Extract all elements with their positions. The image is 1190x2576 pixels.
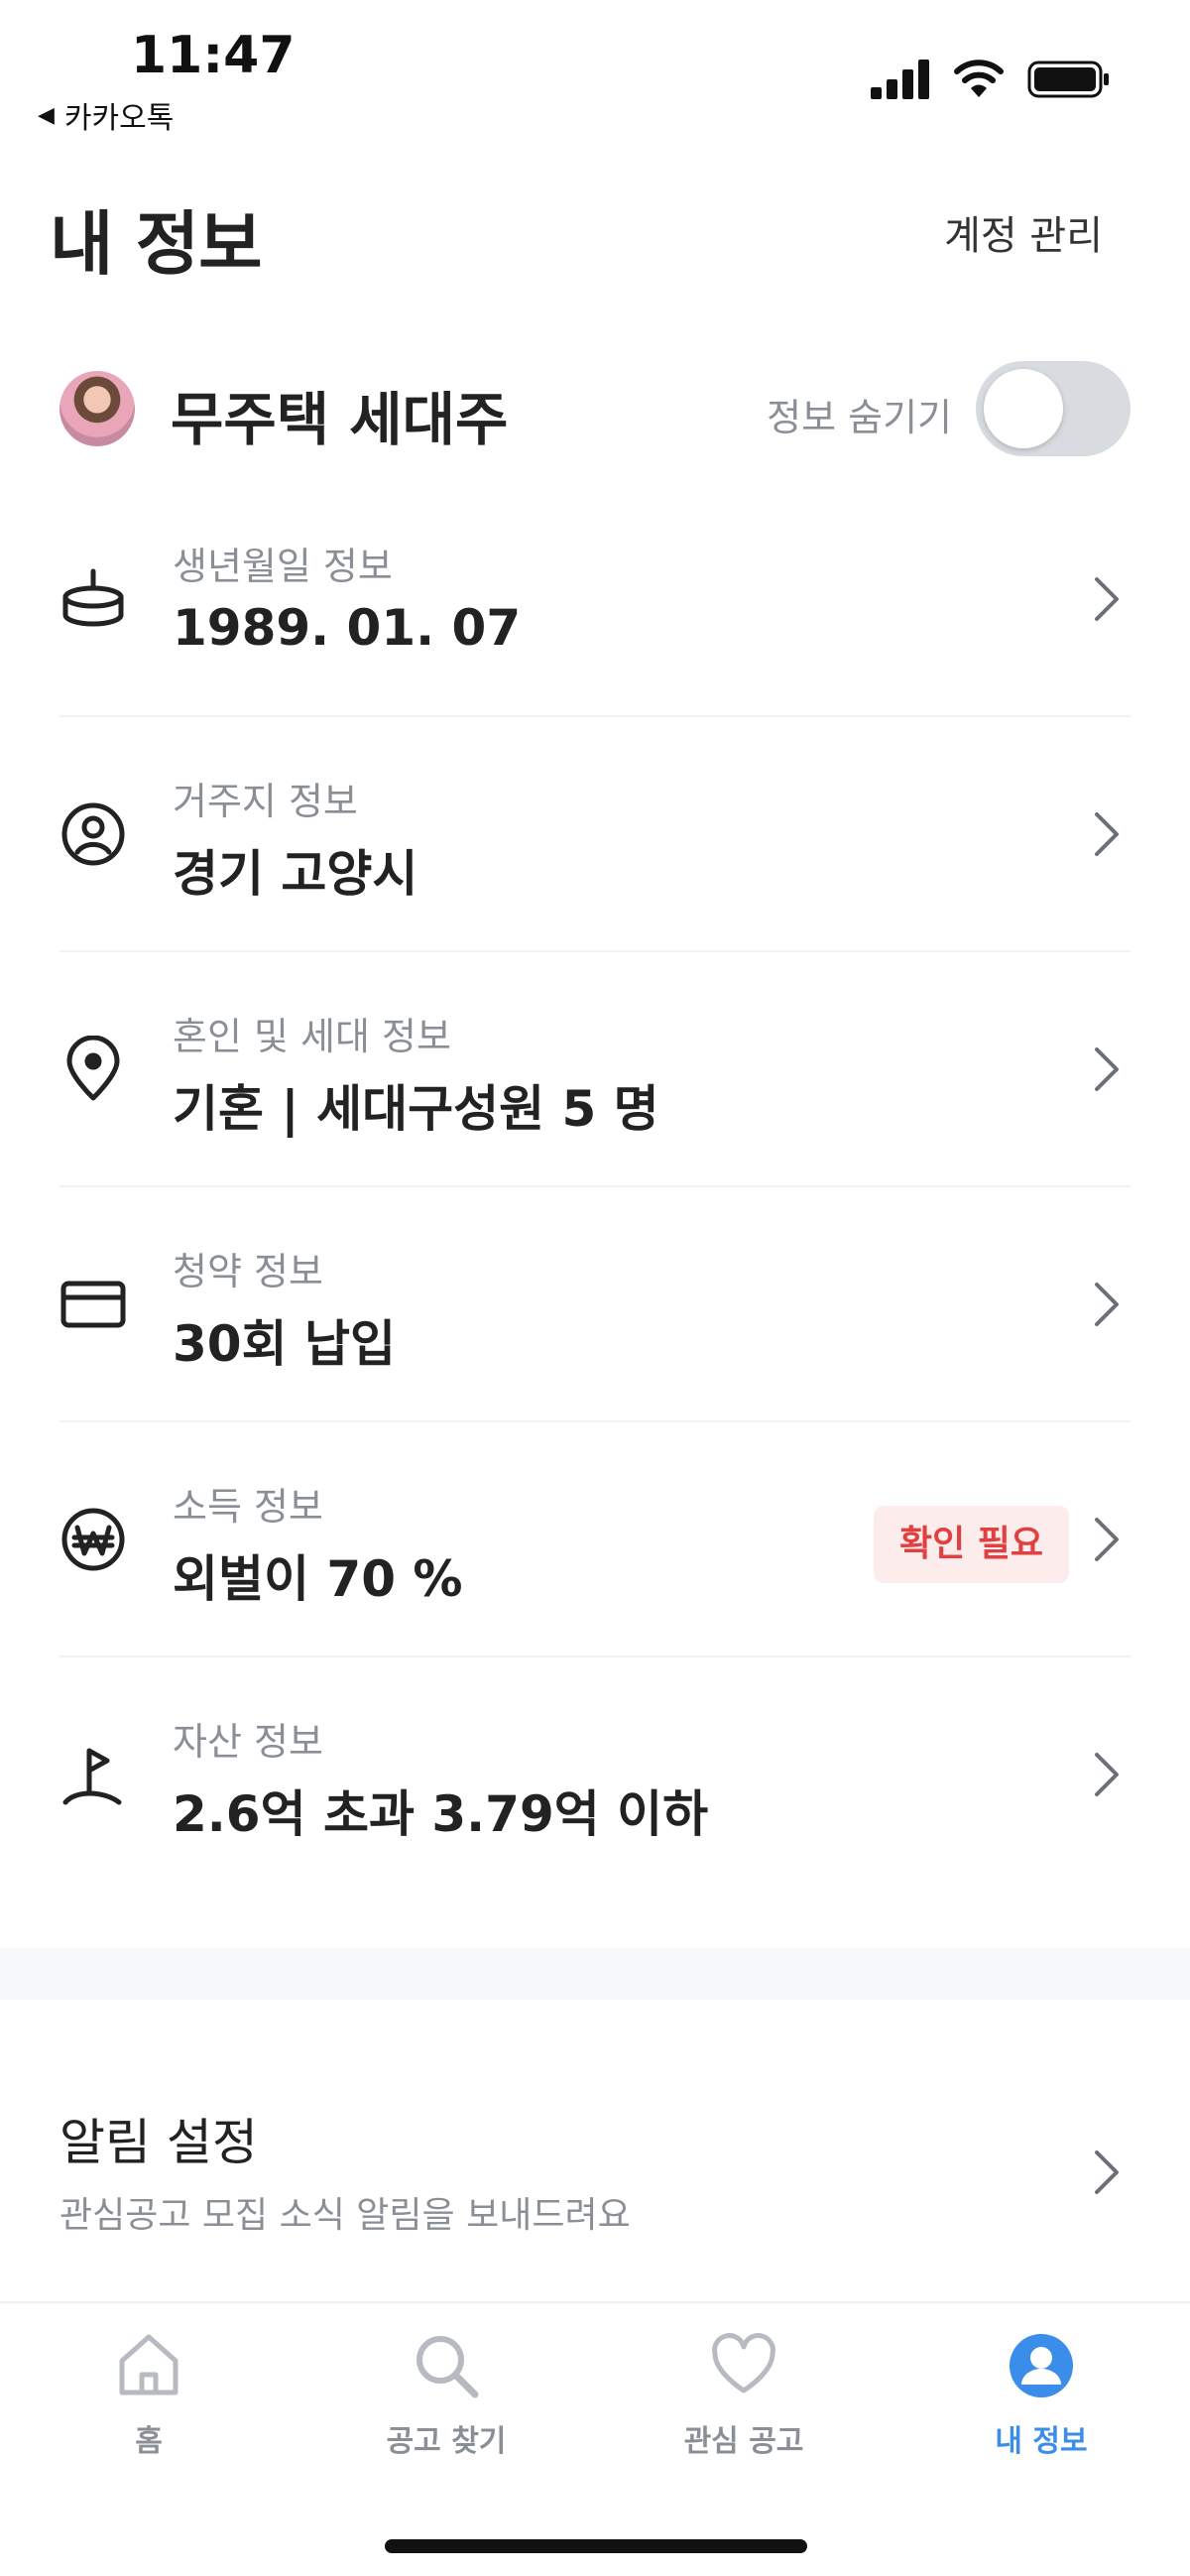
info-item-subscription[interactable]: 청약 정보 30회 납입 [60, 1187, 1130, 1422]
chevron-right-icon [1095, 1047, 1119, 1091]
cellular-signal-icon [871, 60, 929, 99]
profile-row: 무주택 세대주 정보 숨기기 [60, 359, 1130, 462]
info-label: 거주지 정보 [173, 780, 358, 823]
chevron-right-icon [1095, 1283, 1119, 1326]
tab-label: 내 정보 [995, 2424, 1088, 2459]
user-circle-icon [1010, 2334, 1073, 2397]
info-value: 2.6억 초과 3.79억 이하 [173, 1785, 709, 1843]
home-icon [119, 2334, 178, 2395]
info-value: 1989. 01. 07 [173, 599, 522, 657]
heart-icon [712, 2333, 775, 2393]
status-bar: 11:47 ◀ 카카오톡 [0, 0, 1190, 139]
hide-info-label: 정보 숨기기 [767, 396, 952, 439]
back-app-label: 카카오톡 [63, 101, 175, 136]
flag-icon [62, 1748, 122, 1805]
tab-label: 홈 [135, 2424, 163, 2459]
info-list: 생년월일 정보 1989. 01. 07 거주지 정보 경기 고양시 혼인 및 … [60, 482, 1130, 1893]
search-icon [416, 2336, 479, 2398]
chevron-right-icon [1095, 1753, 1119, 1796]
info-value: 기혼 | 세대구성원 5 명 [173, 1080, 659, 1138]
location-pin-icon [66, 1036, 120, 1101]
cake-icon [62, 568, 124, 627]
chevron-right-icon [1095, 1518, 1119, 1561]
notification-title: 알림 설정 [60, 2114, 258, 2171]
chevron-right-icon [1095, 2150, 1119, 2194]
info-label: 생년월일 정보 [173, 545, 393, 588]
hide-info-toggle[interactable] [976, 361, 1130, 456]
wifi-icon [954, 60, 1004, 97]
status-time: 11:47 [131, 26, 296, 85]
home-indicator [385, 2539, 807, 2553]
card-icon [60, 1281, 126, 1328]
tab-label: 공고 찾기 [386, 2424, 507, 2459]
person-circle-icon [61, 802, 125, 866]
tab-search[interactable]: 공고 찾기 [298, 2331, 595, 2490]
info-label: 청약 정보 [173, 1250, 323, 1293]
avatar[interactable] [60, 371, 135, 446]
account-manage-link[interactable]: 계정 관리 [944, 203, 1103, 261]
notification-subtitle: 관심공고 모집 소식 알림을 보내드려요 [60, 2195, 631, 2236]
notification-settings-row[interactable]: 알림 설정 관심공고 모집 소식 알림을 보내드려요 [60, 2075, 1130, 2254]
tab-favorites[interactable]: 관심 공고 [595, 2331, 892, 2490]
info-item-income[interactable]: 소득 정보 외벌이 70 % 확인 필요 [60, 1422, 1130, 1657]
status-badge: 확인 필요 [873, 1506, 1069, 1583]
info-label: 자산 정보 [173, 1720, 323, 1764]
info-value: 경기 고양시 [173, 845, 418, 903]
info-value: 외벌이 70 % [173, 1550, 463, 1608]
info-value: 30회 납입 [173, 1315, 396, 1373]
page-title: 내 정보 [50, 203, 263, 285]
info-item-birth[interactable]: 생년월일 정보 1989. 01. 07 [60, 482, 1130, 717]
profile-name: 무주택 세대주 [171, 386, 509, 453]
chevron-right-icon [1095, 577, 1119, 621]
info-item-residence[interactable]: 거주지 정보 경기 고양시 [60, 717, 1130, 952]
bottom-tab-bar: 홈 공고 찾기 관심 공고 내 정보 [0, 2301, 1190, 2576]
back-triangle-icon: ◀ [38, 102, 55, 128]
chevron-right-icon [1095, 812, 1119, 856]
won-coin-icon [61, 1508, 125, 1571]
info-label: 소득 정보 [173, 1485, 323, 1529]
info-item-assets[interactable]: 자산 정보 2.6억 초과 3.79억 이하 [60, 1657, 1130, 1893]
battery-icon [1027, 61, 1109, 98]
back-to-app-link[interactable]: ◀ 카카오톡 [38, 93, 174, 137]
info-label: 혼인 및 세대 정보 [173, 1015, 451, 1058]
tab-my-info[interactable]: 내 정보 [892, 2331, 1190, 2490]
info-item-household[interactable]: 혼인 및 세대 정보 기혼 | 세대구성원 5 명 [60, 952, 1130, 1187]
tab-label: 관심 공고 [683, 2424, 804, 2459]
section-divider [0, 1948, 1190, 2000]
toggle-knob [984, 369, 1063, 448]
tab-home[interactable]: 홈 [0, 2331, 298, 2490]
